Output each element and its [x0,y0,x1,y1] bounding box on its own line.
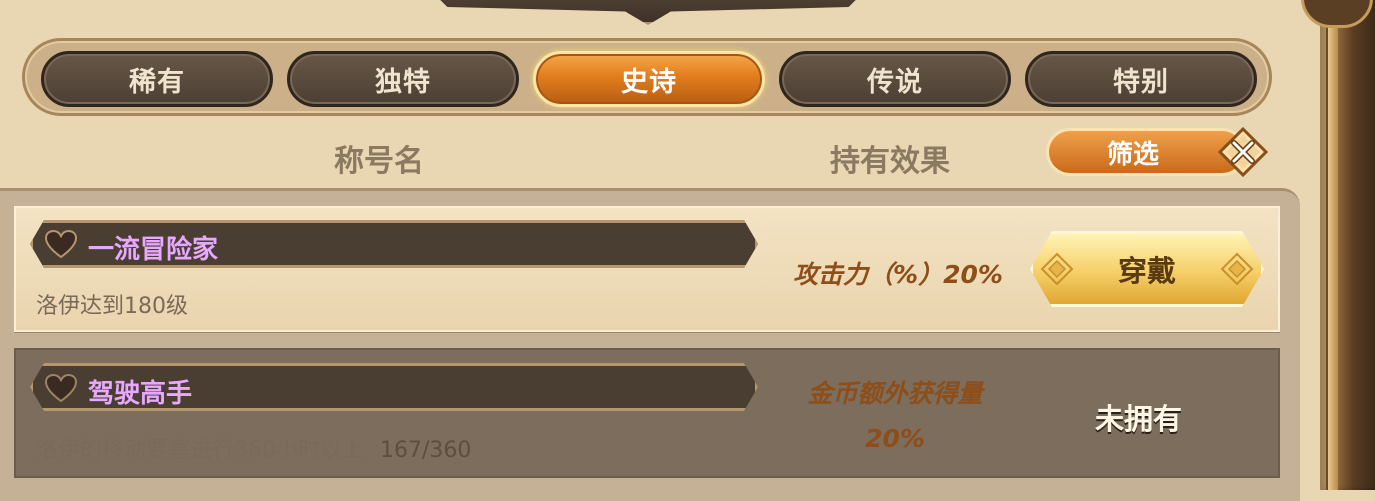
title-condition: 洛伊达到180级 [36,294,188,319]
title-name: 驾驶高手 [88,379,193,409]
clear-filter-icon[interactable] [1218,127,1268,177]
wear-button-label: 穿戴 [1117,254,1176,288]
title-effect: 金币额外获得量 [807,379,983,408]
filter-button[interactable]: 筛选 [1046,128,1246,176]
title-effect: 攻击力（%）20% [793,260,1003,289]
heart-icon [44,229,78,259]
tab-epic[interactable]: 史诗 [533,51,765,107]
tab-unique[interactable]: 独特 [287,51,519,107]
tab-legendary[interactable]: 传说 [779,51,1011,107]
heart-icon [44,373,78,403]
window-frame-right [1320,0,1375,490]
title-name-column-header: 称号名 [334,144,424,179]
effect-column-header: 持有效果 [830,144,950,179]
tab-rare[interactable]: 稀有 [41,51,273,107]
condition-text: 洛伊的移动要塞进行360小时以上 [36,438,364,463]
filter-label: 筛选 [1107,139,1160,170]
title-condition: 洛伊的移动要塞进行360小时以上 167/360 [36,432,471,464]
ornament-icon [1040,252,1074,286]
frame-trim [1326,0,1338,490]
ornament-icon [1220,252,1254,286]
progress-counter: 167/360 [380,438,472,463]
title-name: 一流冒险家 [88,235,219,265]
title-effect-value: 20% [865,424,925,453]
not-owned-status: 未拥有 [1095,402,1183,436]
header-plate-ornament [420,0,876,25]
tab-special[interactable]: 特别 [1025,51,1257,107]
rarity-tab-bar: 稀有 独特 史诗 传说 特别 [22,38,1272,116]
